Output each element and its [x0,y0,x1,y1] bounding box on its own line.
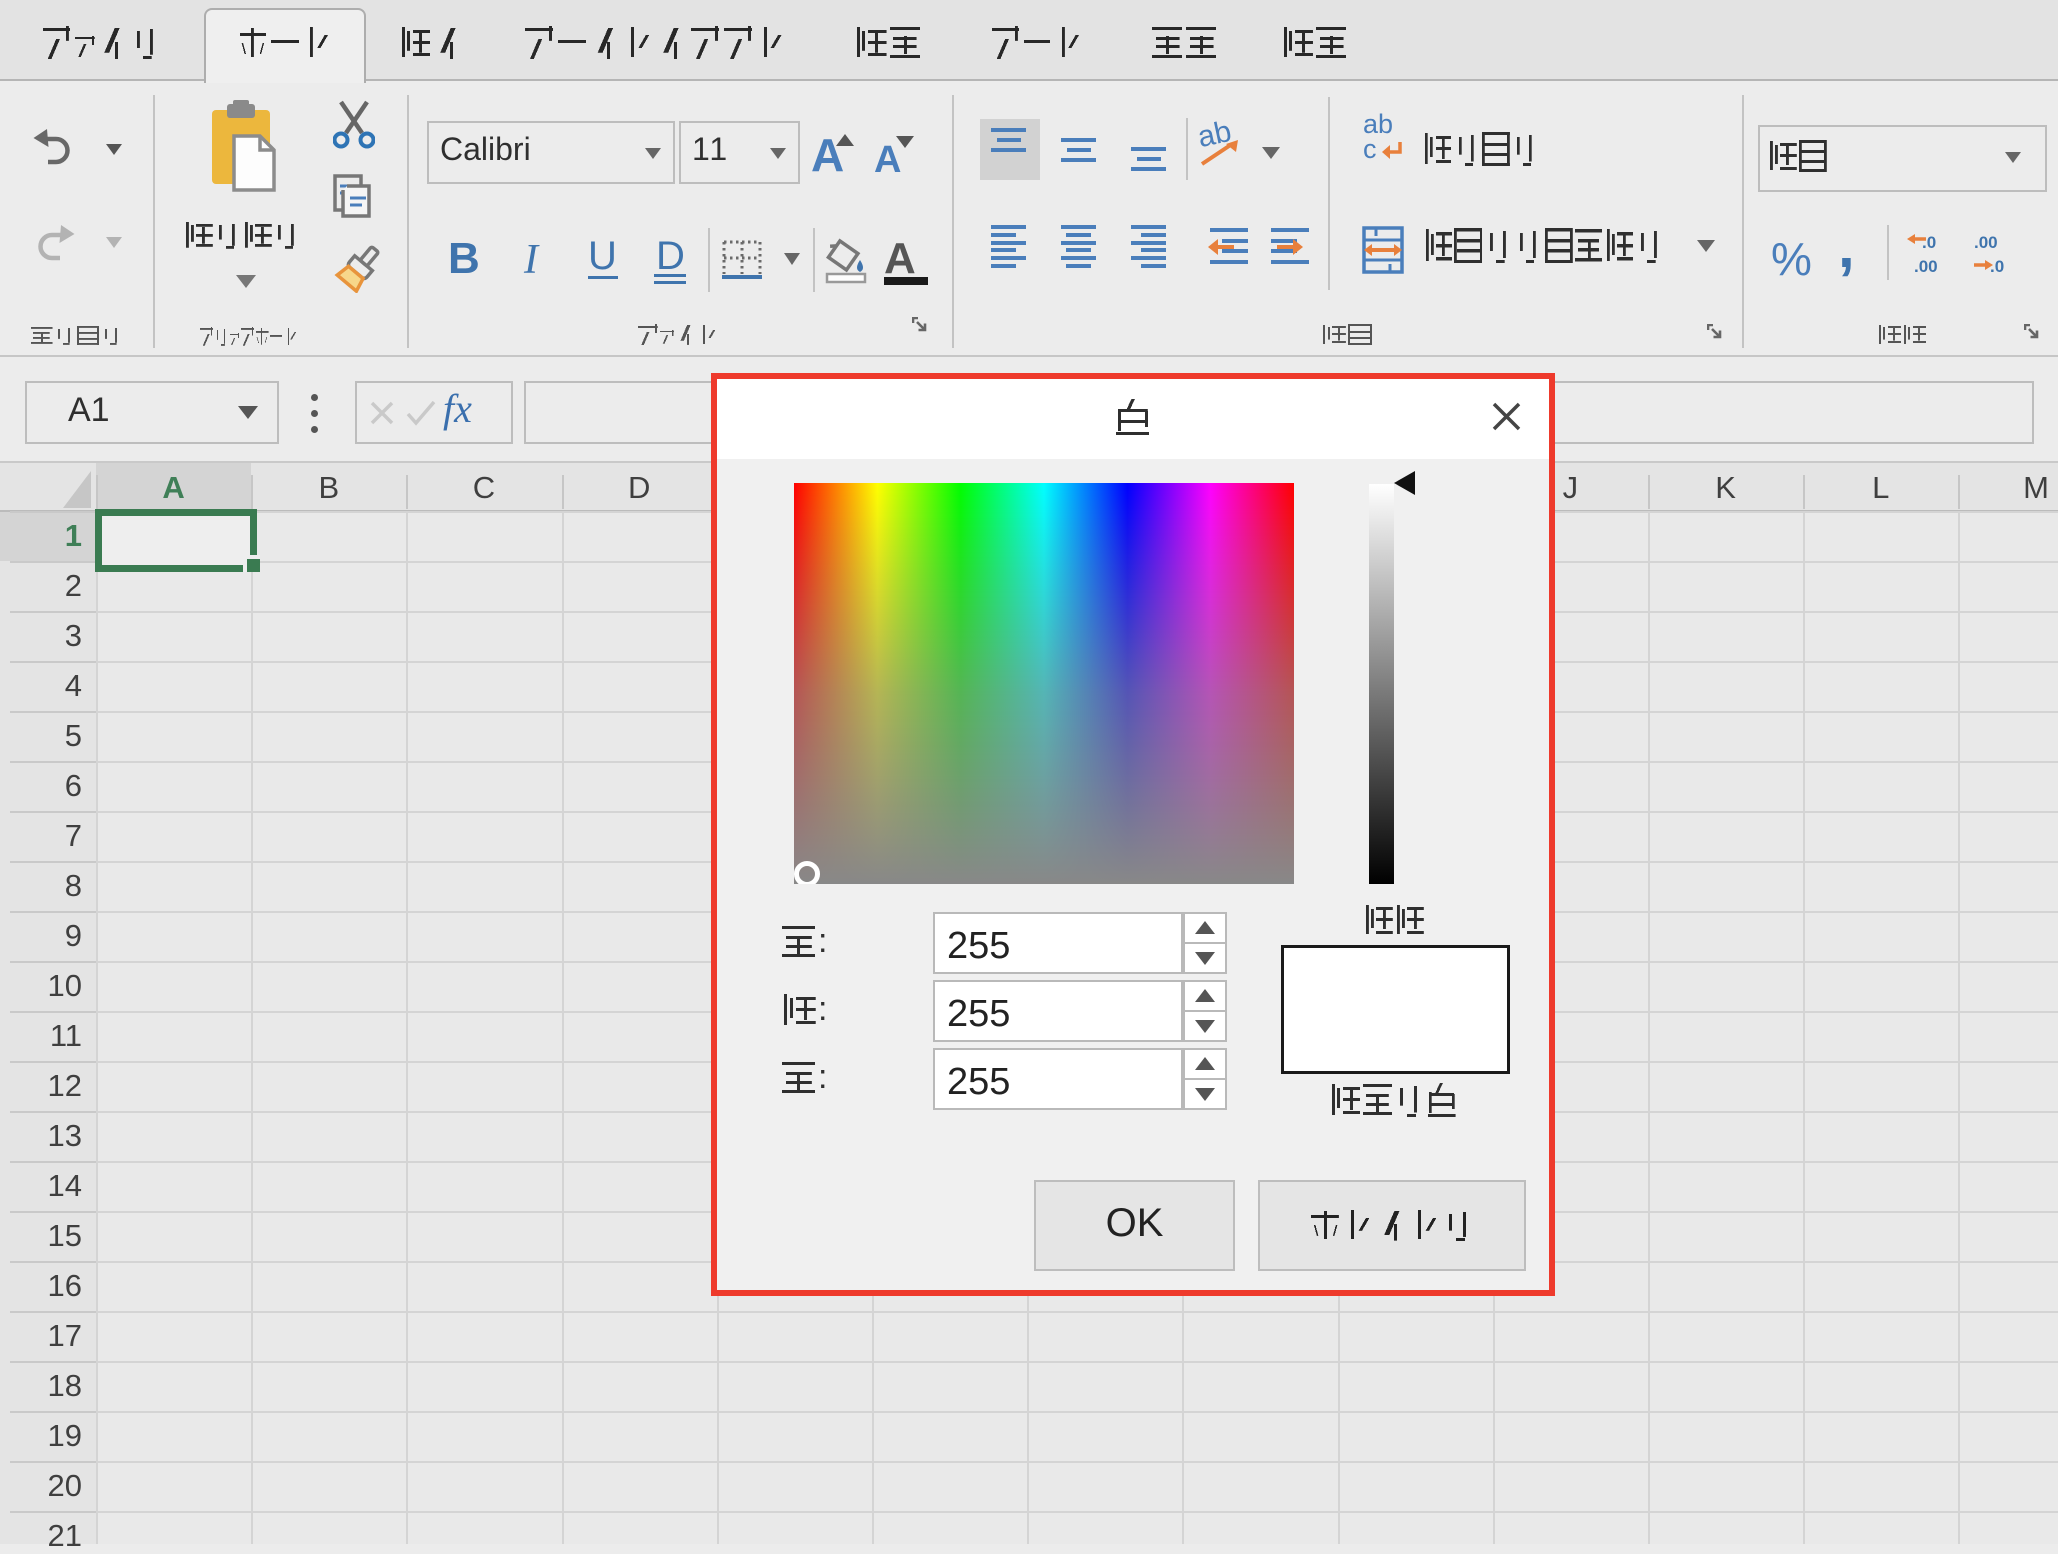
svg-text:.00: .00 [1914,257,1938,274]
svg-text:.00: .00 [1974,233,1998,252]
svg-text:.0: .0 [1922,233,1936,252]
